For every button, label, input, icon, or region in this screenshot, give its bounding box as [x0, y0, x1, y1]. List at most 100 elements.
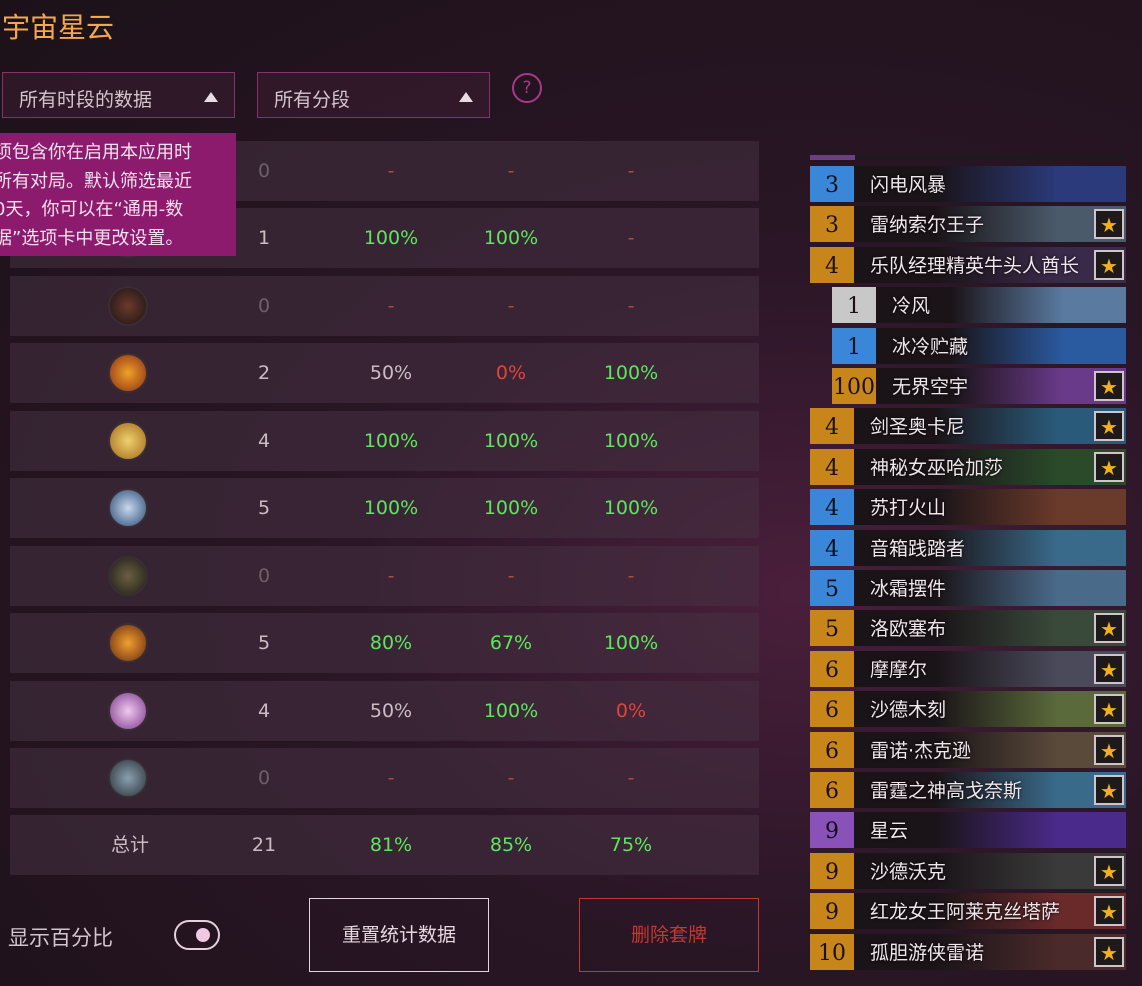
card-cost: 6 — [810, 650, 854, 687]
tooltip-line: 所有对局。默认筛选最近 — [0, 170, 192, 192]
winrate-2: - — [507, 295, 515, 317]
card-cost: 6 — [810, 772, 854, 808]
stats-row: 4 50% 100% 0% — [10, 681, 759, 741]
card-name: 雷霆之神高戈奈斯 — [870, 780, 1023, 802]
deck-card[interactable]: 6 雷霆之神高戈奈斯 ★ — [810, 772, 1126, 808]
winrate-3: - — [627, 295, 635, 317]
winrate-2: 67% — [489, 632, 533, 654]
winrate-3: - — [627, 767, 635, 789]
card-cost: 9 — [810, 812, 854, 849]
deck-card[interactable]: 9 星云 — [810, 812, 1126, 849]
legendary-star-icon: ★ — [1094, 775, 1124, 805]
deck-card[interactable]: 9 红龙女王阿莱克丝塔萨 ★ — [810, 893, 1126, 930]
deck-card[interactable]: 3 闪电风暴 — [810, 166, 1126, 202]
delete-deck-button[interactable]: 删除套牌 — [579, 898, 759, 972]
card-cost: 10 — [810, 933, 854, 970]
winrate-3: 100% — [603, 632, 659, 654]
show-percent-toggle[interactable] — [174, 920, 220, 950]
stats-row: 5 80% 67% 100% — [10, 613, 759, 673]
card-cost: 4 — [810, 489, 854, 526]
demon-hunter-class-icon — [108, 286, 148, 326]
caret-up-icon — [204, 92, 218, 102]
legendary-star-icon: ★ — [1094, 451, 1124, 482]
legendary-star-icon: ★ — [1094, 209, 1124, 240]
winrate-3: - — [627, 565, 635, 587]
deck-card[interactable]: 10 孤胆游侠雷诺 ★ — [810, 933, 1126, 970]
rank-filter-dropdown[interactable]: 所有分段 — [257, 72, 490, 118]
total-winrate-1: 81% — [369, 834, 413, 856]
games-count: 2 — [257, 362, 271, 384]
stats-row: 0 - - - — [10, 748, 759, 808]
games-count: 0 — [257, 295, 271, 317]
tooltip-line: 0天，你可以在“通用-数 — [0, 199, 184, 220]
deck-card[interactable]: 4 苏打火山 — [810, 489, 1126, 526]
card-name: 冷风 — [892, 295, 931, 318]
time-filter-dropdown[interactable]: 所有时段的数据 — [2, 72, 235, 118]
rank-filter-label: 所有分段 — [274, 89, 351, 111]
card-cost: 5 — [810, 570, 854, 606]
legendary-star-icon: ★ — [1094, 613, 1124, 644]
mage-class-icon — [108, 488, 148, 528]
legendary-star-icon: ★ — [1094, 371, 1124, 401]
deck-card[interactable]: 1 冰冷贮藏 — [832, 327, 1126, 364]
deck-card[interactable]: 9 沙德沃克 ★ — [810, 852, 1126, 889]
deck-title: 宇宙星云 — [2, 11, 115, 44]
winrate-2: 100% — [483, 430, 539, 452]
stats-row: 0 - - - — [10, 276, 759, 336]
winrate-3: 100% — [603, 362, 659, 384]
card-cost: 5 — [810, 610, 854, 647]
deck-card[interactable]: 6 雷诺·杰克逊 ★ — [810, 731, 1126, 768]
winrate-1: 100% — [363, 430, 419, 452]
card-cost: 1 — [832, 287, 876, 324]
card-cost: 9 — [810, 893, 854, 930]
winrate-2: 100% — [483, 700, 539, 722]
winrate-1: 100% — [363, 497, 419, 519]
stats-row: 0 - - - — [10, 546, 759, 606]
reset-stats-button[interactable]: 重置统计数据 — [309, 898, 489, 972]
games-count: 5 — [257, 632, 271, 654]
card-cost: 3 — [810, 206, 854, 243]
deck-list-top-edge — [810, 155, 1126, 160]
deck-card[interactable]: 3 雷纳索尔王子 ★ — [810, 206, 1126, 243]
help-icon[interactable]: ? — [512, 73, 542, 103]
card-name: 雷纳索尔王子 — [870, 214, 985, 237]
warrior-class-icon — [108, 758, 148, 798]
card-cost: 6 — [810, 691, 854, 728]
legendary-star-icon: ★ — [1094, 855, 1124, 886]
card-name: 红龙女王阿莱克丝塔萨 — [870, 901, 1061, 924]
winrate-1: - — [387, 767, 395, 789]
total-games: 21 — [251, 834, 277, 856]
deck-card[interactable]: 4 剑圣奥卡尼 ★ — [810, 408, 1126, 445]
deck-card[interactable]: 4 音箱践踏者 — [810, 529, 1126, 566]
deck-card[interactable]: 6 摩摩尔 ★ — [810, 650, 1126, 687]
deck-card[interactable]: 5 冰霜摆件 — [810, 570, 1126, 606]
total-winrate-2: 85% — [489, 834, 533, 856]
games-count: 0 — [257, 767, 271, 789]
deck-card[interactable]: 6 沙德木刻 ★ — [810, 691, 1126, 728]
deck-card[interactable]: 5 洛欧塞布 ★ — [810, 610, 1126, 647]
deck-card[interactable]: 1 冷风 — [832, 287, 1126, 324]
winrate-3: 0% — [615, 700, 647, 722]
card-name: 冰冷贮藏 — [892, 335, 969, 358]
deck-card[interactable]: 100 无界空宇 ★ — [832, 368, 1126, 404]
card-name: 摩摩尔 — [870, 658, 928, 681]
winrate-2: - — [507, 565, 515, 587]
winrate-3: 100% — [603, 430, 659, 452]
legendary-star-icon: ★ — [1094, 734, 1124, 765]
legendary-star-icon: ★ — [1094, 411, 1124, 442]
deck-card[interactable]: 4 神秘女巫哈加莎 ★ — [810, 448, 1126, 485]
winrate-1: 100% — [363, 227, 419, 249]
winrate-1: 80% — [369, 632, 413, 654]
tooltip-line: 据”选项卡中更改设置。 — [0, 227, 184, 249]
winrate-2: - — [507, 767, 515, 789]
card-name: 苏打火山 — [870, 497, 947, 520]
show-percent-label: 显示百分比 — [8, 926, 113, 950]
card-cost: 4 — [810, 246, 854, 283]
tooltip: 项包含你在启用本应用时 所有对局。默认筛选最近 0天，你可以在“通用-数 据”选… — [0, 133, 236, 256]
legendary-star-icon: ★ — [1094, 936, 1124, 967]
card-name: 沙德木刻 — [870, 699, 947, 722]
card-cost: 100 — [832, 368, 876, 404]
card-name: 雷诺·杰克逊 — [870, 739, 972, 762]
stats-row: 4 100% 100% 100% — [10, 411, 759, 471]
deck-card[interactable]: 4 乐队经理精英牛头人酋长 ★ — [810, 246, 1126, 283]
